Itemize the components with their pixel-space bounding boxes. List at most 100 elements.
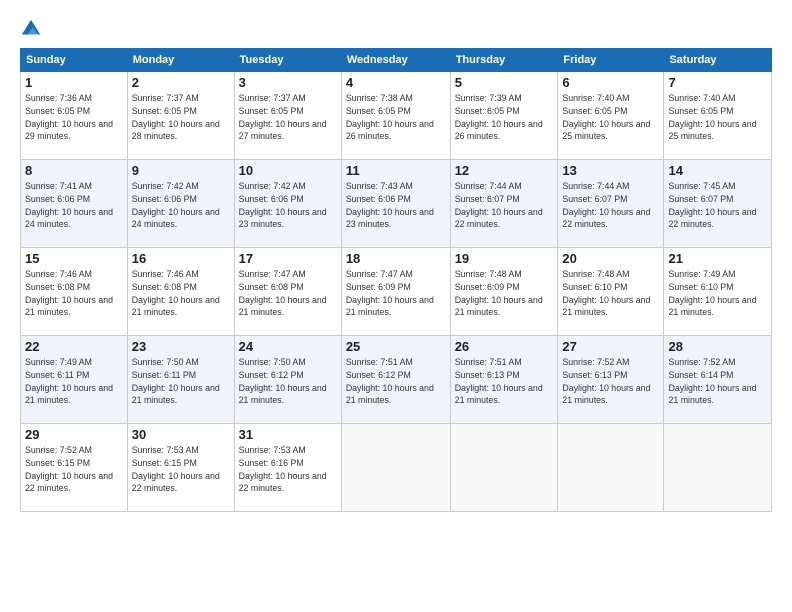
day-info: Sunrise: 7:47 AMSunset: 6:08 PMDaylight:… [239, 268, 337, 319]
day-number: 21 [668, 251, 767, 266]
day-info: Sunrise: 7:48 AMSunset: 6:10 PMDaylight:… [562, 268, 659, 319]
weekday-header: Monday [127, 49, 234, 72]
calendar-week-row: 8 Sunrise: 7:41 AMSunset: 6:06 PMDaylight… [21, 160, 772, 248]
day-info: Sunrise: 7:37 AMSunset: 6:05 PMDaylight:… [239, 92, 337, 143]
weekday-header: Sunday [21, 49, 128, 72]
day-info: Sunrise: 7:47 AMSunset: 6:09 PMDaylight:… [346, 268, 446, 319]
day-info: Sunrise: 7:43 AMSunset: 6:06 PMDaylight:… [346, 180, 446, 231]
weekday-header: Tuesday [234, 49, 341, 72]
calendar-cell: 7 Sunrise: 7:40 AMSunset: 6:05 PMDaylight… [664, 72, 772, 160]
day-info: Sunrise: 7:36 AMSunset: 6:05 PMDaylight:… [25, 92, 123, 143]
logo [20, 18, 44, 40]
calendar-cell: 22Sunrise: 7:49 AMSunset: 6:11 PMDayligh… [21, 336, 128, 424]
calendar-cell: 13 Sunrise: 7:44 AMSunset: 6:07 PMDayligh… [558, 160, 664, 248]
day-info: Sunrise: 7:51 AMSunset: 6:13 PMDaylight:… [455, 356, 554, 407]
calendar-cell: 4Sunrise: 7:38 AMSunset: 6:05 PMDaylight… [341, 72, 450, 160]
day-info: Sunrise: 7:40 AMSunset: 6:05 PMDaylight:… [668, 92, 767, 143]
calendar-cell: 24 Sunrise: 7:50 AMSunset: 6:12 PMDayligh… [234, 336, 341, 424]
calendar-cell: 30 Sunrise: 7:53 AMSunset: 6:15 PMDayligh… [127, 424, 234, 512]
day-number: 25 [346, 339, 446, 354]
calendar-cell: 12 Sunrise: 7:44 AMSunset: 6:07 PMDayligh… [450, 160, 558, 248]
calendar-cell: 8 Sunrise: 7:41 AMSunset: 6:06 PMDaylight… [21, 160, 128, 248]
calendar-cell: 16 Sunrise: 7:46 AMSunset: 6:08 PMDayligh… [127, 248, 234, 336]
calendar-week-row: 22Sunrise: 7:49 AMSunset: 6:11 PMDayligh… [21, 336, 772, 424]
day-number: 27 [562, 339, 659, 354]
calendar-cell: 17Sunrise: 7:47 AMSunset: 6:08 PMDayligh… [234, 248, 341, 336]
day-info: Sunrise: 7:42 AMSunset: 6:06 PMDaylight:… [239, 180, 337, 231]
day-info: Sunrise: 7:42 AMSunset: 6:06 PMDaylight:… [132, 180, 230, 231]
day-info: Sunrise: 7:49 AMSunset: 6:11 PMDaylight:… [25, 356, 123, 407]
weekday-header: Wednesday [341, 49, 450, 72]
calendar-cell: 11Sunrise: 7:43 AMSunset: 6:06 PMDayligh… [341, 160, 450, 248]
calendar-cell: 26 Sunrise: 7:51 AMSunset: 6:13 PMDayligh… [450, 336, 558, 424]
day-number: 7 [668, 75, 767, 90]
day-number: 6 [562, 75, 659, 90]
day-info: Sunrise: 7:49 AMSunset: 6:10 PMDaylight:… [668, 268, 767, 319]
calendar-cell: 6Sunrise: 7:40 AMSunset: 6:05 PMDaylight… [558, 72, 664, 160]
day-number: 23 [132, 339, 230, 354]
calendar-cell: 23 Sunrise: 7:50 AMSunset: 6:11 PMDayligh… [127, 336, 234, 424]
calendar-header-row: SundayMondayTuesdayWednesdayThursdayFrid… [21, 49, 772, 72]
day-info: Sunrise: 7:53 AMSunset: 6:16 PMDaylight:… [239, 444, 337, 495]
day-number: 20 [562, 251, 659, 266]
day-number: 18 [346, 251, 446, 266]
calendar-cell: 14 Sunrise: 7:45 AMSunset: 6:07 PMDayligh… [664, 160, 772, 248]
calendar-cell: 18 Sunrise: 7:47 AMSunset: 6:09 PMDayligh… [341, 248, 450, 336]
calendar-cell: 9 Sunrise: 7:42 AMSunset: 6:06 PMDaylight… [127, 160, 234, 248]
day-number: 29 [25, 427, 123, 442]
calendar-week-row: 1 Sunrise: 7:36 AMSunset: 6:05 PMDaylight… [21, 72, 772, 160]
calendar-cell: 28 Sunrise: 7:52 AMSunset: 6:14 PMDayligh… [664, 336, 772, 424]
day-number: 13 [562, 163, 659, 178]
day-number: 24 [239, 339, 337, 354]
calendar-cell: 5 Sunrise: 7:39 AMSunset: 6:05 PMDaylight… [450, 72, 558, 160]
calendar-cell: 1 Sunrise: 7:36 AMSunset: 6:05 PMDaylight… [21, 72, 128, 160]
calendar-cell: 25 Sunrise: 7:51 AMSunset: 6:12 PMDayligh… [341, 336, 450, 424]
calendar-cell: 19Sunrise: 7:48 AMSunset: 6:09 PMDayligh… [450, 248, 558, 336]
weekday-header: Friday [558, 49, 664, 72]
day-info: Sunrise: 7:53 AMSunset: 6:15 PMDaylight:… [132, 444, 230, 495]
day-info: Sunrise: 7:46 AMSunset: 6:08 PMDaylight:… [25, 268, 123, 319]
day-number: 28 [668, 339, 767, 354]
day-number: 5 [455, 75, 554, 90]
page: SundayMondayTuesdayWednesdayThursdayFrid… [0, 0, 792, 612]
day-number: 2 [132, 75, 230, 90]
day-number: 15 [25, 251, 123, 266]
day-number: 8 [25, 163, 123, 178]
calendar-cell: 21 Sunrise: 7:49 AMSunset: 6:10 PMDayligh… [664, 248, 772, 336]
calendar-cell: 20 Sunrise: 7:48 AMSunset: 6:10 PMDayligh… [558, 248, 664, 336]
day-number: 1 [25, 75, 123, 90]
calendar-body: 1 Sunrise: 7:36 AMSunset: 6:05 PMDaylight… [21, 72, 772, 512]
day-number: 12 [455, 163, 554, 178]
day-info: Sunrise: 7:52 AMSunset: 6:14 PMDaylight:… [668, 356, 767, 407]
day-number: 14 [668, 163, 767, 178]
weekday-header: Thursday [450, 49, 558, 72]
calendar-cell: 3Sunrise: 7:37 AMSunset: 6:05 PMDaylight… [234, 72, 341, 160]
day-info: Sunrise: 7:45 AMSunset: 6:07 PMDaylight:… [668, 180, 767, 231]
day-info: Sunrise: 7:38 AMSunset: 6:05 PMDaylight:… [346, 92, 446, 143]
day-info: Sunrise: 7:51 AMSunset: 6:12 PMDaylight:… [346, 356, 446, 407]
day-info: Sunrise: 7:50 AMSunset: 6:12 PMDaylight:… [239, 356, 337, 407]
day-info: Sunrise: 7:44 AMSunset: 6:07 PMDaylight:… [562, 180, 659, 231]
day-info: Sunrise: 7:41 AMSunset: 6:06 PMDaylight:… [25, 180, 123, 231]
day-info: Sunrise: 7:52 AMSunset: 6:13 PMDaylight:… [562, 356, 659, 407]
calendar-cell [341, 424, 450, 512]
day-info: Sunrise: 7:52 AMSunset: 6:15 PMDaylight:… [25, 444, 123, 495]
day-number: 9 [132, 163, 230, 178]
day-info: Sunrise: 7:44 AMSunset: 6:07 PMDaylight:… [455, 180, 554, 231]
day-number: 10 [239, 163, 337, 178]
day-number: 30 [132, 427, 230, 442]
day-number: 26 [455, 339, 554, 354]
day-number: 31 [239, 427, 337, 442]
day-info: Sunrise: 7:50 AMSunset: 6:11 PMDaylight:… [132, 356, 230, 407]
calendar-cell: 10 Sunrise: 7:42 AMSunset: 6:06 PMDayligh… [234, 160, 341, 248]
day-info: Sunrise: 7:48 AMSunset: 6:09 PMDaylight:… [455, 268, 554, 319]
day-info: Sunrise: 7:39 AMSunset: 6:05 PMDaylight:… [455, 92, 554, 143]
day-info: Sunrise: 7:46 AMSunset: 6:08 PMDaylight:… [132, 268, 230, 319]
day-number: 16 [132, 251, 230, 266]
calendar-cell [664, 424, 772, 512]
calendar-week-row: 15 Sunrise: 7:46 AMSunset: 6:08 PMDayligh… [21, 248, 772, 336]
logo-icon [20, 18, 42, 40]
calendar-cell: 15 Sunrise: 7:46 AMSunset: 6:08 PMDayligh… [21, 248, 128, 336]
calendar-table: SundayMondayTuesdayWednesdayThursdayFrid… [20, 48, 772, 512]
calendar-cell [558, 424, 664, 512]
